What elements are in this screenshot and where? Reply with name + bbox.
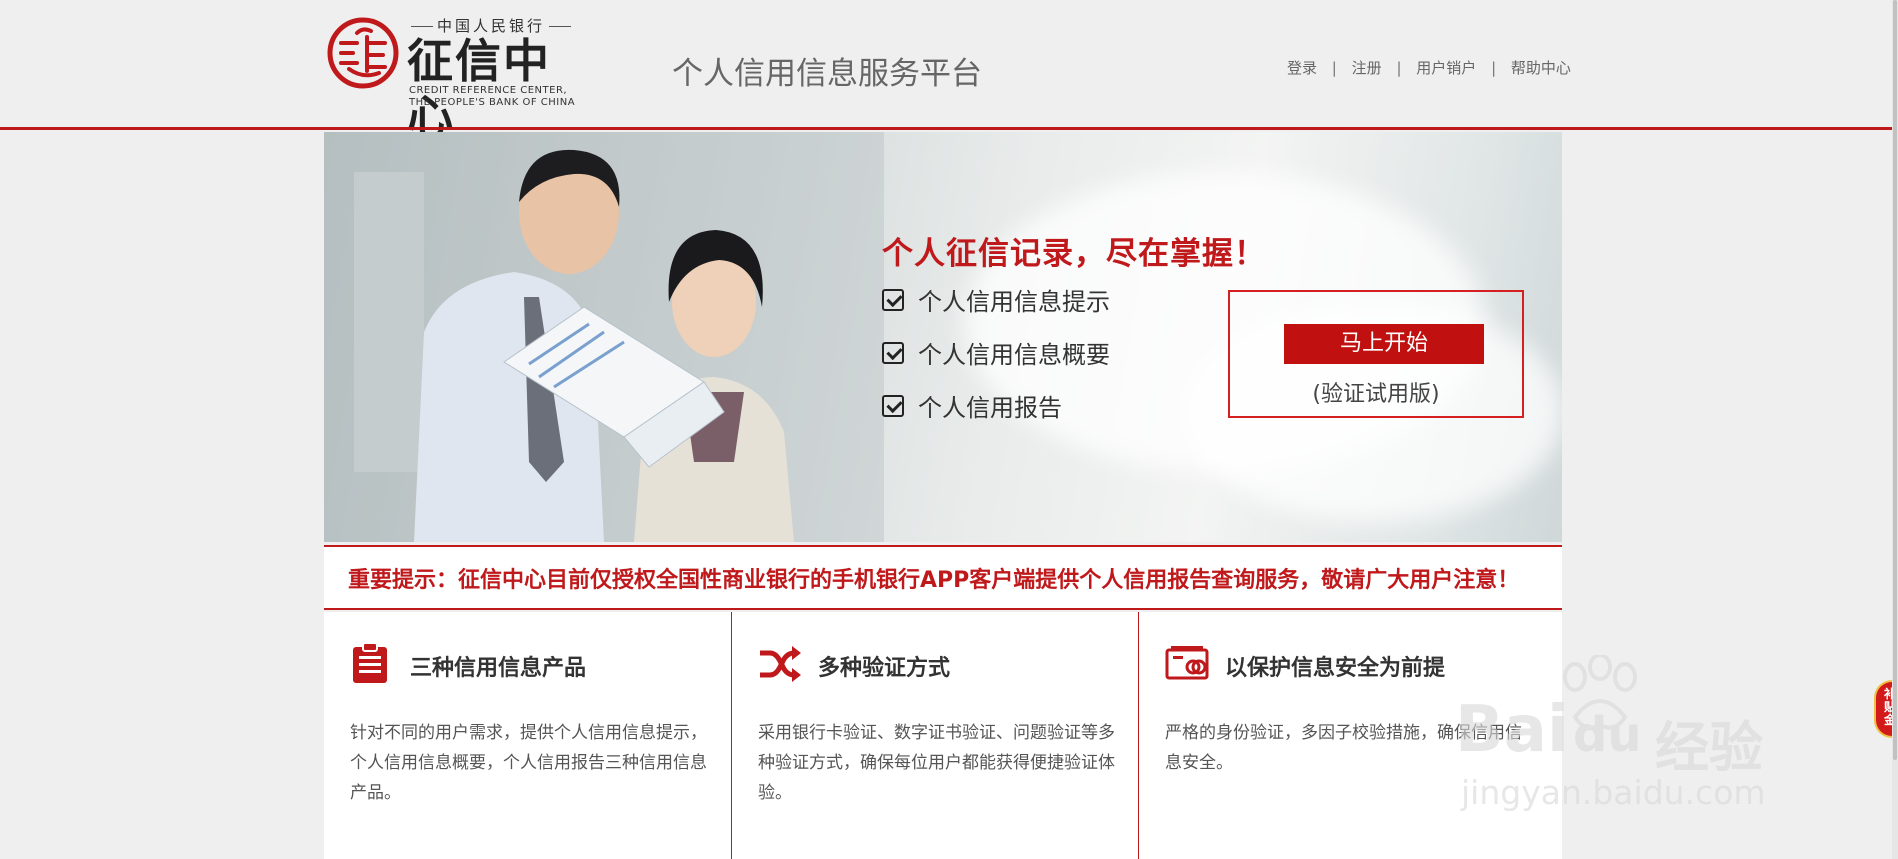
- clipboard-icon: [353, 642, 387, 683]
- banner-slogan: 个人征信记录，尽在掌握！: [882, 236, 1266, 272]
- start-button[interactable]: 马上开始: [1284, 324, 1484, 364]
- nav-login[interactable]: 登录: [1287, 59, 1317, 77]
- scrollbar[interactable]: [1892, 0, 1898, 859]
- nav-separator: |: [1331, 59, 1337, 77]
- site-title: 个人信用信息服务平台: [672, 56, 982, 92]
- feature-label: 个人信用报告: [918, 394, 1062, 422]
- baidu-watermark: Bai du 经验 jingyan.baidu.com: [1455, 655, 1800, 815]
- column-verification: 多种验证方式 采用银行卡验证、数字证书验证、问题验证等多种验证方式，确保每位用户…: [731, 612, 1138, 859]
- logo-seal-icon: [327, 17, 399, 89]
- nav-separator: |: [1396, 59, 1402, 77]
- nav-close-account[interactable]: 用户销户: [1416, 59, 1476, 77]
- feature-item: 个人信用报告: [882, 388, 1062, 423]
- checkbox-icon: [882, 394, 904, 417]
- header-divider: [0, 127, 1892, 130]
- notice-text: 重要提示：征信中心目前仅授权全国性商业银行的手机银行APP客户端提供个人信用报告…: [348, 568, 1520, 593]
- nav-separator: |: [1491, 59, 1497, 77]
- watermark-brand2: du: [1573, 707, 1642, 763]
- column-desc: 针对不同的用户需求，提供个人信用信息提示，个人信用信息概要，个人信用报告三种信用…: [350, 723, 707, 803]
- people-image: [324, 132, 884, 542]
- column-title: 以保护信息安全为前提: [1225, 656, 1446, 681]
- top-nav: 登录 | 注册 | 用户销户 | 帮助中心: [1287, 57, 1571, 78]
- feature-columns: 三种信用信息产品 针对不同的用户需求，提供个人信用信息提示，个人信用信息概要，个…: [324, 612, 1562, 859]
- start-subtitle: (验证试用版): [1312, 382, 1440, 407]
- feature-label: 个人信用信息提示: [918, 288, 1110, 316]
- logo[interactable]: 中国人民银行 征信中心 CREDIT REFERENCE CENTER, THE…: [327, 13, 592, 144]
- checkbox-icon: [882, 341, 904, 364]
- feature-item: 个人信用信息概要: [882, 335, 1110, 370]
- money-card-icon: [1165, 646, 1209, 680]
- column-title: 三种信用信息产品: [410, 656, 587, 681]
- checkbox-icon: [882, 288, 904, 311]
- watermark-url: jingyan.baidu.com: [1461, 773, 1766, 812]
- start-box: 马上开始 (验证试用版): [1228, 290, 1524, 418]
- scrollbar-thumb[interactable]: [1893, 0, 1897, 760]
- hero-banner: 个人征信记录，尽在掌握！ 个人信用信息提示 个人信用信息概要 个人信用报告 马上…: [324, 132, 1562, 542]
- nav-register[interactable]: 注册: [1352, 59, 1382, 77]
- watermark-brand: Bai: [1455, 693, 1569, 767]
- logo-en-line1: CREDIT REFERENCE CENTER,: [409, 85, 568, 96]
- watermark-cn: 经验: [1655, 716, 1763, 779]
- nav-help-center[interactable]: 帮助中心: [1511, 59, 1571, 77]
- column-title: 多种验证方式: [818, 656, 951, 681]
- important-notice: 重要提示：征信中心目前仅授权全国性商业银行的手机银行APP客户端提供个人信用报告…: [324, 545, 1562, 610]
- column-desc: 采用银行卡验证、数字证书验证、问题验证等多种验证方式，确保每位用户都能获得便捷验…: [758, 723, 1115, 803]
- logo-en-line2: THE PEOPLE'S BANK OF CHINA: [409, 97, 576, 108]
- column-products: 三种信用信息产品 针对不同的用户需求，提供个人信用信息提示，个人信用信息概要，个…: [324, 612, 731, 859]
- shuffle-icon: [760, 646, 801, 682]
- feature-item: 个人信用信息提示: [882, 282, 1110, 317]
- header: 中国人民银行 征信中心 CREDIT REFERENCE CENTER, THE…: [0, 0, 1892, 144]
- feature-label: 个人信用信息概要: [918, 341, 1110, 369]
